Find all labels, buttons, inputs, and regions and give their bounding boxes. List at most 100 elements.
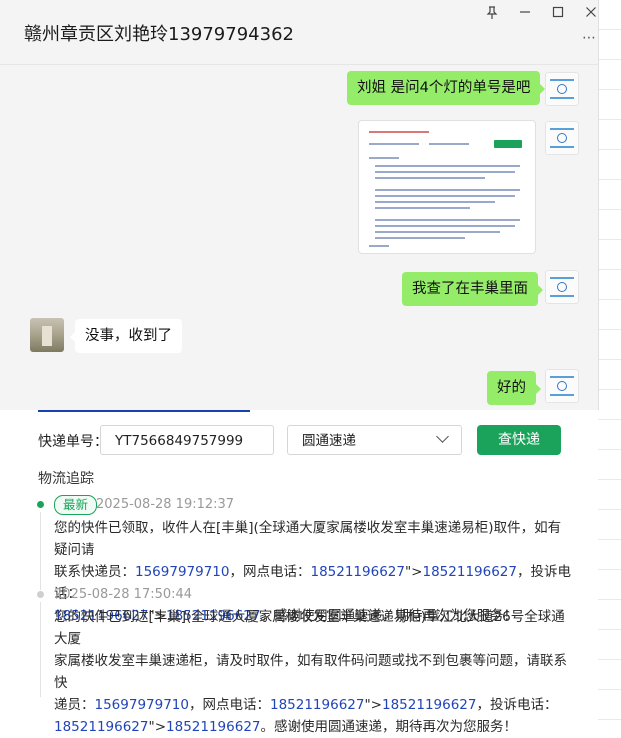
sheet-row [598,270,621,300]
image-content [375,219,520,221]
image-content [375,201,495,203]
sheet-row [598,690,621,720]
image-content [375,165,520,167]
maximize-icon[interactable] [548,6,568,24]
sheet-row [598,210,621,240]
contact-avatar[interactable] [30,318,64,352]
image-message[interactable] [358,120,536,254]
event-text: ，网点电话： [188,697,270,713]
sheet-row [598,150,621,180]
image-content [494,140,522,148]
image-content [369,157,399,159]
phone-link[interactable]: 18521196627 [166,719,260,735]
event-text: ，投诉电话： [476,697,558,713]
phone-link[interactable]: 18521196627 [270,697,364,713]
sheet-row [598,570,621,600]
avatar-pattern [550,146,574,148]
avatar-pattern [557,133,567,143]
event-detail: 您的快件已到达[丰巢](全球通大厦家属楼收发室丰巢速递易柜)章江北大道26号全球… [54,606,574,738]
event-text: 您的快件已领取，收件人在[丰巢](全球通大厦家属楼收发室丰巢速递易柜)取件，如有… [54,520,562,558]
avatar-pattern [550,376,574,378]
sheet-row [598,480,621,510]
event-text: "> [404,564,423,580]
image-content [375,237,465,239]
event-detail-line: 递员：15697979710，网点电话：18521196627">1852119… [54,694,574,716]
more-options-icon[interactable]: ⋯ [582,30,597,46]
image-content [375,171,515,173]
event-text: 联系快递员： [54,564,135,580]
avatar-pattern [550,394,574,396]
message-bubble-incoming[interactable]: 没事，收到了 [70,319,182,353]
avatar[interactable] [545,72,579,106]
event-text: ，网点电话： [229,564,311,580]
title-bar: 赣州章贡区刘艳玲13979794362 ⋯ [0,0,598,64]
avatar-pattern [557,84,567,94]
phone-link[interactable]: 18521196627 [382,697,476,713]
sheet-row [598,420,621,450]
latest-badge: 最新 [54,495,98,515]
sheet-row [598,90,621,120]
avatar-pattern [550,277,574,279]
event-text: 家属楼收发室丰巢速递柜，请及时取件，如有取件码问题或找不到包裹等问题，请联系快 [54,653,567,691]
phone-link[interactable]: 15697979710 [95,697,189,713]
sheet-row [598,60,621,90]
title-divider [0,64,598,65]
avatar-pattern [550,128,574,130]
image-content [369,131,429,133]
event-time: 2025-08-28 17:50:44 [54,587,193,602]
search-courier-button[interactable]: 查快递 [477,425,561,455]
image-content [375,189,520,191]
avatar[interactable] [545,121,579,155]
image-content [375,195,515,197]
event-detail-line: 您的快件已领取，收件人在[丰巢](全球通大厦家属楼收发室丰巢速递易柜)取件，如有… [54,517,574,561]
phone-link[interactable]: 18521196627 [310,564,404,580]
sheet-row [598,0,621,30]
avatar-pattern [557,282,567,292]
pin-icon[interactable] [482,6,502,24]
tracking-number-label: 快递单号： [38,434,108,450]
sheet-row [598,450,621,480]
courier-select[interactable]: 圆通速递 [287,425,462,455]
avatar[interactable] [545,369,579,403]
close-icon[interactable] [581,6,601,24]
sheet-row [598,660,621,690]
image-content [375,231,500,233]
message-bubble-outgoing[interactable]: 刘姐 是问4个灯的单号是吧 [347,71,546,105]
courier-lookup-panel: 快递单号： YT7566849757999 圆通速递 查快递 物流追踪 最新 2… [0,410,598,735]
event-text: "> [364,697,382,713]
timeline-line [40,602,41,697]
sheet-row [598,630,621,660]
avatar-pattern [550,97,574,99]
tracking-section-title: 物流追踪 [38,471,94,487]
message-bubble-outgoing[interactable]: 我查了在丰巢里面 [402,272,543,306]
avatar-pattern [550,295,574,297]
message-bubble-outgoing[interactable]: 好的 [487,371,541,405]
image-content [375,225,515,227]
chat-window: 赣州章贡区刘艳玲13979794362 ⋯ 刘姐 是问4个灯的单号是吧 我查了在… [0,0,599,410]
phone-link[interactable]: 18521196627 [54,719,148,735]
tracking-number-input[interactable]: YT7566849757999 [100,425,274,455]
sheet-row [598,180,621,210]
sheet-row [598,600,621,630]
active-tab-underline [38,410,250,412]
chevron-down-icon [436,430,449,443]
background-spreadsheet-strip [597,0,621,720]
avatar-pattern [550,79,574,81]
avatar-pattern [42,326,52,346]
event-detail-line: 家属楼收发室丰巢速递柜，请及时取件，如有取件码问题或找不到包裹等问题，请联系快 [54,650,574,694]
event-text: 您的快件已到达[丰巢](全球通大厦家属楼收发室丰巢速递易柜)章江北大道26号全球… [54,609,565,647]
timeline-dot-latest [37,501,44,508]
phone-link[interactable]: 15697979710 [135,564,229,580]
sheet-row [598,360,621,390]
event-time: 2025-08-28 19:12:37 [96,497,235,512]
minimize-icon[interactable] [515,6,535,24]
sheet-row [598,120,621,150]
sheet-row [598,30,621,60]
avatar[interactable] [545,270,579,304]
sheet-row [598,510,621,540]
phone-link[interactable]: 18521196627 [423,564,517,580]
event-text: 递员： [54,697,95,713]
event-text: 。感谢使用圆通速递，期待再次为您服务！ [260,719,518,735]
timeline-line [40,512,41,590]
image-content [369,245,389,247]
